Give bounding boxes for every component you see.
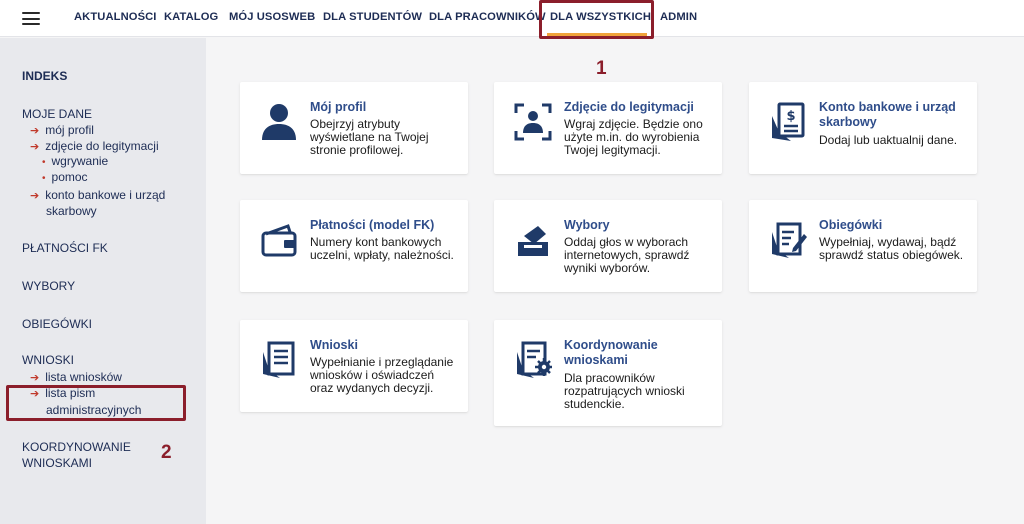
person-icon <box>260 102 298 142</box>
card-title: Konto bankowe i urząd skarbowy <box>819 100 956 129</box>
card-description: Obejrzyj atrybuty wyświetlane na Twojej … <box>310 117 429 157</box>
ballot-box-icon <box>514 220 552 260</box>
bullet-icon: • <box>42 173 46 184</box>
hamburger-menu-icon[interactable] <box>22 12 40 25</box>
annotation-number-2: 2 <box>161 442 172 463</box>
sidebar-item-platnosci-fk[interactable]: PŁATNOŚCI FK <box>22 241 108 255</box>
card-title: Koordynowanie wnioskami <box>564 338 658 367</box>
card-platnosci[interactable]: Płatności (model FK) Numery kont bankowy… <box>240 200 468 292</box>
sidebar-item-koordynowanie-line2[interactable]: WNIOSKAMI <box>22 456 92 470</box>
annotation-highlight-1 <box>539 0 654 39</box>
sidebar-link-konto-bankowe-line2[interactable]: skarbowy <box>46 203 97 219</box>
card-moj-profil[interactable]: Mój profil Obejrzyj atrybuty wyświetlane… <box>240 82 468 174</box>
sidebar-item-wnioski[interactable]: WNIOSKI <box>22 353 74 367</box>
sidebar-sublink-label: pomoc <box>51 170 88 184</box>
bullet-icon: • <box>42 157 46 168</box>
document-edit-icon <box>769 220 807 260</box>
card-title: Obiegówki <box>819 218 883 232</box>
nav-dla-studentow[interactable]: DLA STUDENTÓW <box>323 11 422 23</box>
card-wnioski[interactable]: Wnioski Wypełnianie i przeglądanie wnios… <box>240 320 468 412</box>
sidebar: INDEKS MOJE DANE ➔ mój profil ➔ zdjęcie do… <box>0 38 206 524</box>
nav-dla-pracownikow[interactable]: DLA PRACOWNIKÓW <box>429 11 546 23</box>
card-title: Wnioski <box>310 338 358 352</box>
nav-katalog[interactable]: KATALOG <box>164 11 218 23</box>
sidebar-sublink-wgrywanie[interactable]: • wgrywanie <box>42 154 108 168</box>
card-title: Zdjęcie do legitymacji <box>564 100 694 114</box>
svg-text:$: $ <box>786 109 795 124</box>
top-navigation-bar: AKTUALNOŚCI KATALOG MÓJ USOSWEB DLA STUD… <box>0 0 1024 37</box>
nav-admin[interactable]: ADMIN <box>660 11 697 23</box>
sidebar-sublink-pomoc[interactable]: • pomoc <box>42 170 88 184</box>
sidebar-link-moj-profil[interactable]: ➔ mój profil <box>30 122 94 139</box>
arrow-right-icon: ➔ <box>30 190 40 202</box>
card-description: Wypełniaj, wydawaj, bądź sprawdź status … <box>819 235 964 262</box>
document-gear-icon <box>514 340 552 380</box>
sidebar-link-label: lista wniosków <box>45 370 122 384</box>
annotation-number-1: 1 <box>596 58 607 79</box>
card-description: Numery kont bankowych uczelni, wpłaty, n… <box>310 235 454 262</box>
wallet-icon <box>260 220 298 260</box>
sidebar-link-konto-bankowe[interactable]: ➔ konto bankowe i urząd <box>30 187 165 204</box>
card-obiegowki[interactable]: Obiegówki Wypełniaj, wydawaj, bądź spraw… <box>749 200 977 292</box>
sidebar-link-label: konto bankowe i urząd <box>45 188 166 202</box>
sidebar-item-koordynowanie[interactable]: KOORDYNOWANIE <box>22 440 131 454</box>
arrow-right-icon: ➔ <box>30 125 40 137</box>
card-title: Płatności (model FK) <box>310 218 435 232</box>
card-title: Mój profil <box>310 100 367 114</box>
dollar-document-icon: $ <box>769 102 807 142</box>
sidebar-item-moje-dane[interactable]: MOJE DANE <box>22 107 92 121</box>
card-title: Wybory <box>564 218 610 232</box>
nav-aktualnosci[interactable]: AKTUALNOŚCI <box>74 11 157 23</box>
card-konto-bankowe[interactable]: $ Konto bankowe i urząd skarbowy Dodaj l… <box>749 82 977 174</box>
sidebar-link-zdjecie[interactable]: ➔ zdjęcie do legitymacji <box>30 138 159 155</box>
card-description: Dla pracowników rozpatrujących wnioski s… <box>564 371 685 411</box>
sidebar-link-lista-wnioskow[interactable]: ➔ lista wniosków <box>30 369 122 386</box>
sidebar-item-obiegowki[interactable]: OBIEGÓWKI <box>22 317 92 331</box>
sidebar-link-label: mój profil <box>45 123 94 137</box>
photo-frame-icon <box>514 102 552 142</box>
card-description: Oddaj głos w wyborach internetowych, spr… <box>564 235 690 275</box>
sidebar-item-indeks[interactable]: INDEKS <box>22 69 67 83</box>
annotation-highlight-2 <box>6 385 186 421</box>
sidebar-sublink-label: wgrywanie <box>51 154 109 168</box>
arrow-right-icon: ➔ <box>30 141 40 153</box>
sidebar-item-wybory[interactable]: WYBORY <box>22 279 75 293</box>
card-koordynowanie-wnioskami[interactable]: Koordynowanie wnioskami Dla pracowników … <box>494 320 722 426</box>
card-description: Wgraj zdjęcie. Będzie ono użyte m.in. do… <box>564 117 703 157</box>
arrow-right-icon: ➔ <box>30 372 40 384</box>
sidebar-link-label: zdjęcie do legitymacji <box>45 139 159 153</box>
documents-icon <box>260 340 298 380</box>
card-description: Dodaj lub uaktualnij dane. <box>819 133 958 147</box>
nav-moj-usosweb[interactable]: MÓJ USOSWEB <box>229 11 315 23</box>
card-wybory[interactable]: Wybory Oddaj głos w wyborach internetowy… <box>494 200 722 292</box>
card-description: Wypełnianie i przeglądanie wniosków i oś… <box>310 355 454 395</box>
card-zdjecie-do-legitymacji[interactable]: Zdjęcie do legitymacji Wgraj zdjęcie. Bę… <box>494 82 722 174</box>
